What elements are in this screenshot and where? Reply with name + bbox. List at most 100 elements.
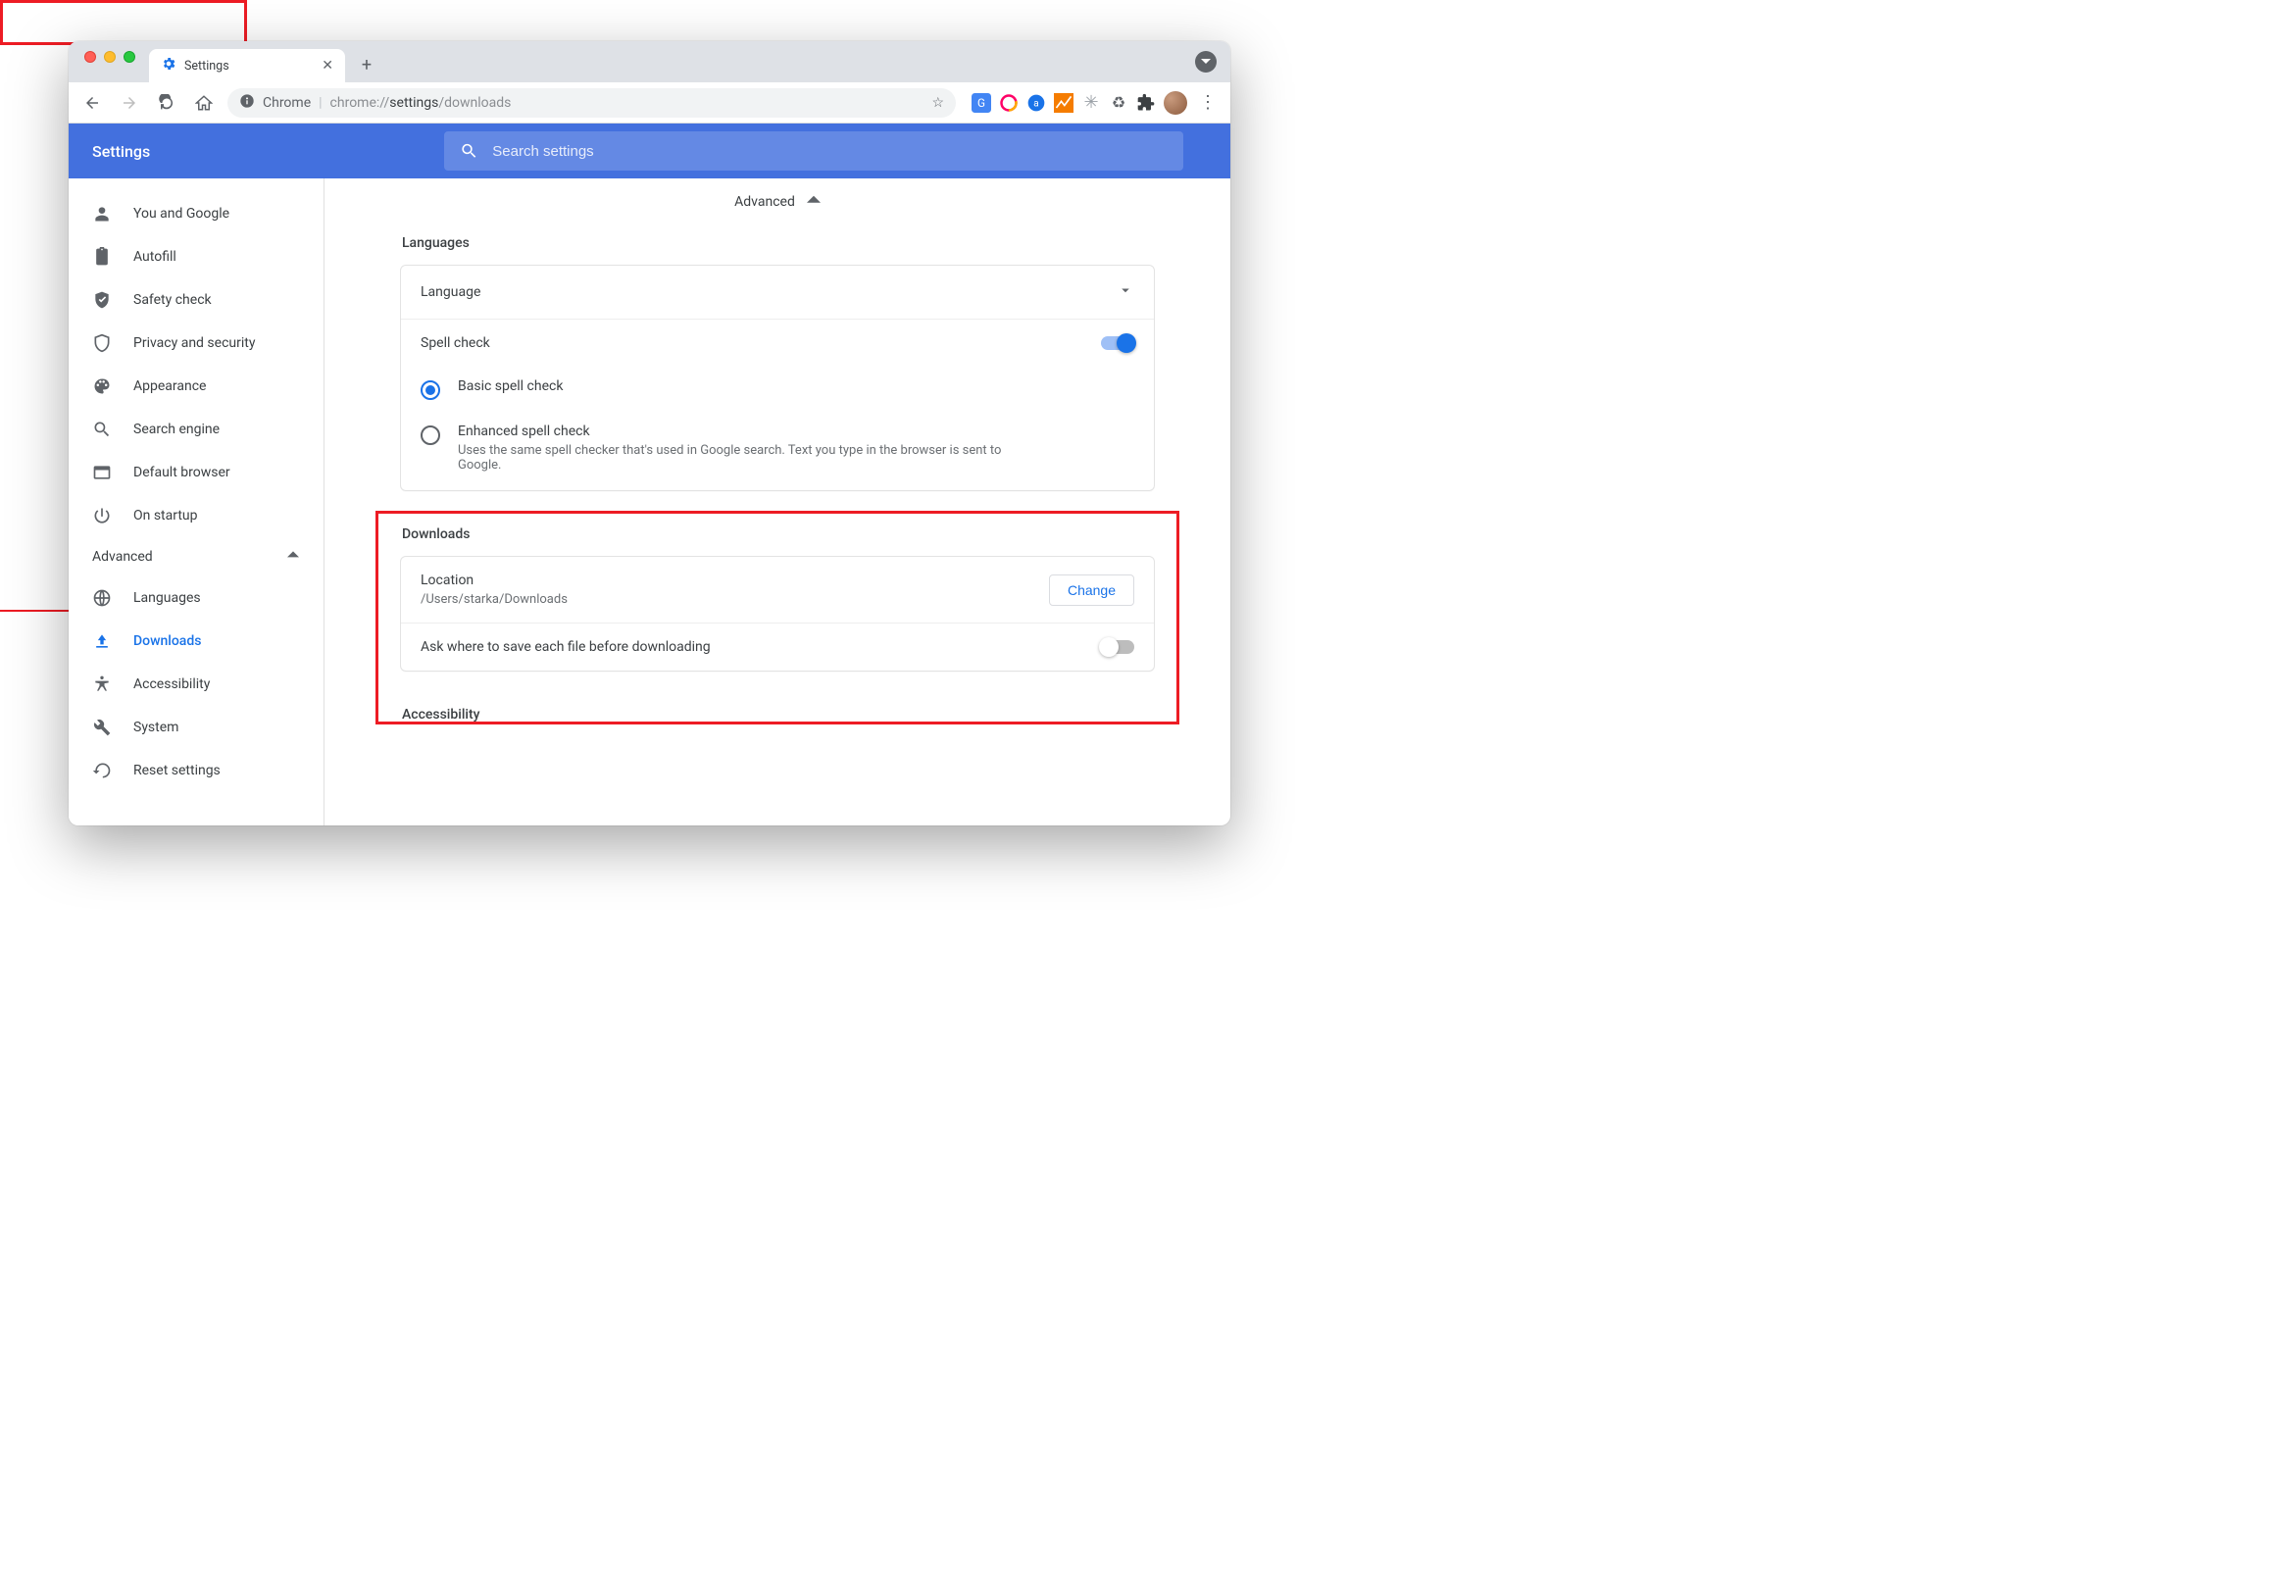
accessibility-icon [92,674,112,694]
sidebar-item-appearance[interactable]: Appearance [69,365,323,408]
extension-icon-bug[interactable]: ✳ [1081,93,1101,113]
omnibox-url: chrome://settings/downloads [330,95,512,111]
extension-icon-a[interactable]: a [1026,93,1046,113]
magnify-icon [92,420,112,439]
extension-icon-chart[interactable] [1054,93,1073,113]
downloads-card: Location /Users/starka/Downloads Change … [400,556,1155,672]
download-location-row: Location /Users/starka/Downloads Change [401,557,1154,623]
settings-content: You and Google Autofill Safety check Pri… [69,178,1230,825]
minimize-window-button[interactable] [104,51,116,63]
sidebar-item-label: Privacy and security [133,335,255,351]
browser-tab[interactable]: Settings ✕ [149,49,345,82]
sidebar-item-privacy[interactable]: Privacy and security [69,322,323,365]
section-heading: Languages [400,225,1155,265]
sidebar-item-autofill[interactable]: Autofill [69,235,323,278]
radio-description: Uses the same spell checker that's used … [458,443,1007,473]
new-tab-button[interactable]: + [353,51,380,78]
basic-spellcheck-radio-row[interactable]: Basic spell check [401,367,1154,412]
sidebar-item-safety-check[interactable]: Safety check [69,278,323,322]
row-label: Language [421,284,480,300]
sidebar-item-system[interactable]: System [69,706,323,749]
sidebar-item-label: Appearance [133,378,206,394]
sidebar-item-label: On startup [133,508,198,524]
settings-header: Settings [69,124,1230,178]
clipboard-icon [92,247,112,267]
section-downloads: Downloads Location /Users/starka/Downloa… [400,517,1155,672]
sidebar-advanced-label: Advanced [92,549,153,565]
shield-icon [92,333,112,353]
forward-button[interactable] [116,89,143,117]
sidebar-item-accessibility[interactable]: Accessibility [69,663,323,706]
ask-before-downloading-row: Ask where to save each file before downl… [401,623,1154,671]
profile-avatar[interactable] [1164,91,1187,115]
sidebar-item-label: System [133,720,178,735]
address-bar[interactable]: Chrome | chrome://settings/downloads ☆ [227,88,956,118]
radio-button[interactable] [421,380,440,400]
radio-button[interactable] [421,425,440,445]
svg-text:G: G [977,96,985,110]
row-label: Spell check [421,335,490,351]
section-heading: Downloads [400,517,1155,556]
search-settings-box[interactable] [444,131,1183,171]
location-path: /Users/starka/Downloads [421,592,568,607]
settings-sidebar: You and Google Autofill Safety check Pri… [69,178,324,825]
reload-button[interactable] [153,89,180,117]
settings-main: Advanced Languages Language Spell check [324,178,1230,825]
globe-icon [92,588,112,608]
extension-icon-swirl[interactable] [999,93,1019,113]
main-advanced-header[interactable]: Advanced [324,178,1230,225]
sidebar-item-label: Reset settings [133,763,221,778]
browser-icon [92,463,112,482]
download-icon [92,631,112,651]
chevron-down-icon [1117,281,1134,303]
power-icon [92,506,112,525]
zoom-window-button[interactable] [124,51,135,63]
bookmark-star-icon[interactable]: ☆ [931,95,944,111]
tab-strip: Settings ✕ + [69,41,1230,82]
sidebar-item-you-and-google[interactable]: You and Google [69,192,323,235]
sidebar-item-on-startup[interactable]: On startup [69,494,323,537]
palette-icon [92,376,112,396]
section-accessibility: Accessibility [400,697,1155,736]
omnibox-separator: | [319,95,322,111]
enhanced-spellcheck-radio-row[interactable]: Enhanced spell check Uses the same spell… [401,412,1154,490]
sidebar-item-label: Safety check [133,292,212,308]
change-location-button[interactable]: Change [1049,574,1134,606]
search-input[interactable] [492,143,1168,160]
sidebar-item-default-browser[interactable]: Default browser [69,451,323,494]
language-row[interactable]: Language [401,266,1154,319]
omnibox-chip: Chrome [263,95,311,111]
person-icon [92,204,112,224]
sidebar-item-label: Downloads [133,633,201,649]
extensions-row: G a ✳ ♻ ⋮ [966,91,1221,115]
restore-icon [92,761,112,780]
kebab-menu-icon[interactable]: ⋮ [1195,92,1221,113]
radio-label: Enhanced spell check [458,424,1007,439]
advanced-header-label: Advanced [734,194,795,210]
window-controls [78,51,143,73]
home-button[interactable] [190,89,218,117]
sidebar-item-search-engine[interactable]: Search engine [69,408,323,451]
row-label: Location [421,573,568,588]
wrench-icon [92,718,112,737]
page-title: Settings [86,142,150,161]
spellcheck-toggle[interactable] [1101,336,1134,350]
close-window-button[interactable] [84,51,96,63]
sidebar-item-reset[interactable]: Reset settings [69,749,323,792]
sidebar-item-languages[interactable]: Languages [69,576,323,620]
sidebar-advanced-toggle[interactable]: Advanced [69,537,323,576]
sidebar-item-downloads[interactable]: Downloads [69,620,323,663]
close-tab-icon[interactable]: ✕ [322,58,333,74]
ask-before-download-toggle[interactable] [1101,640,1134,654]
browser-window: Settings ✕ + Chrome | chrome://settings/… [69,41,1230,825]
sidebar-item-label: Languages [133,590,201,606]
back-button[interactable] [78,89,106,117]
chevron-up-icon [807,193,821,211]
chevron-up-icon [287,549,299,565]
extension-icon-recycle[interactable]: ♻ [1109,93,1128,113]
tab-search-button[interactable] [1195,51,1217,73]
extensions-puzzle-icon[interactable] [1136,93,1156,113]
gear-icon [161,56,176,75]
extension-icon-translate[interactable]: G [972,93,991,113]
site-info-icon[interactable] [239,93,255,113]
